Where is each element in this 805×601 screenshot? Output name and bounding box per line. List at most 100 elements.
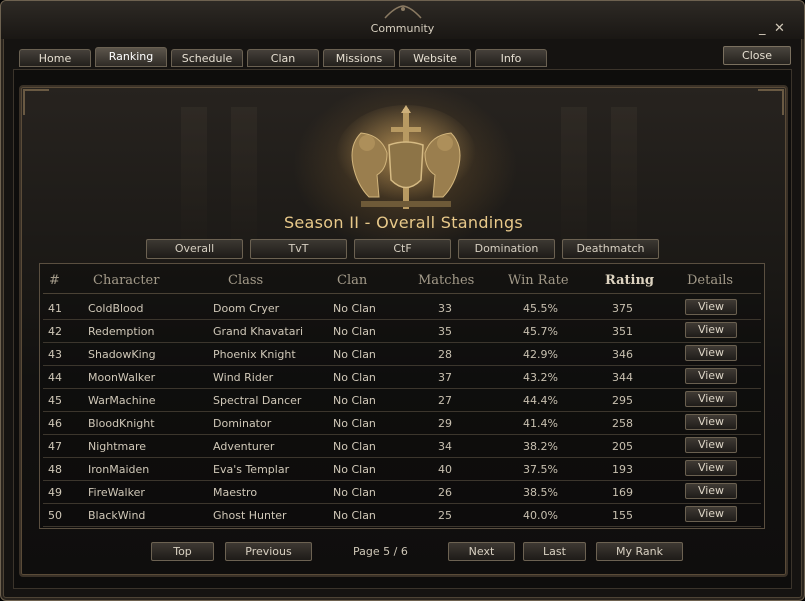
class-cell: Ghost Hunter [213,509,287,522]
class-cell: Doom Cryer [213,302,280,315]
table-row: 46 BloodKnight Dominator No Clan 29 41.4% 258 V… [43,411,761,435]
rank-cell: 49 [48,486,62,499]
view-details-button[interactable]: View [685,506,737,522]
filter-overall-button[interactable]: Overall [146,239,243,259]
class-cell: Phoenix Knight [213,348,296,361]
win-rate-cell: 43.2% [523,371,558,384]
class-cell: Wind Rider [213,371,274,384]
win-rate-cell: 42.9% [523,348,558,361]
matches-cell: 29 [438,417,452,430]
filter-ctf-button[interactable]: CtF [354,239,451,259]
window-title: Community [370,22,435,35]
community-window: Community _ ✕ Home Ranking Schedule Clan… [0,0,805,601]
class-cell: Grand Khavatari [213,325,304,338]
view-details-button[interactable]: View [685,460,737,476]
background-pillar [611,107,637,257]
view-details-button[interactable]: View [685,437,737,453]
rank-cell: 43 [48,348,62,361]
table-row: 41 ColdBlood Doom Cryer No Clan 33 45.5% 375 Vi… [43,296,761,320]
rank-cell: 50 [48,509,62,522]
character-cell: IronMaiden [88,463,150,476]
win-rate-cell: 44.4% [523,394,558,407]
tab-schedule[interactable]: Schedule [171,49,243,67]
table-row: 50 BlackWind Ghost Hunter No Clan 25 40.0% 155… [43,503,761,527]
column-header-rank: # [49,273,60,288]
close-window-icon[interactable]: ✕ [774,22,785,35]
matches-cell: 33 [438,302,452,315]
tab-missions[interactable]: Missions [323,49,395,67]
clan-cell: No Clan [333,463,376,476]
tab-info[interactable]: Info [475,49,547,67]
view-details-button[interactable]: View [685,368,737,384]
table-row: 45 WarMachine Spectral Dancer No Clan 27 44.4… [43,388,761,412]
character-cell: ColdBlood [88,302,144,315]
view-details-button[interactable]: View [685,483,737,499]
character-cell: ShadowKing [88,348,156,361]
filter-tvt-button[interactable]: TvT [250,239,347,259]
view-details-button[interactable]: View [685,391,737,407]
rating-cell: 351 [612,325,633,338]
rating-cell: 169 [612,486,633,499]
header-divider [43,293,761,294]
last-button[interactable]: Last [523,542,586,561]
filter-domination-button[interactable]: Domination [458,239,555,259]
column-header-character: Character [93,273,160,288]
rank-cell: 48 [48,463,62,476]
title-bar[interactable]: Community _ ✕ [1,1,804,39]
matches-cell: 40 [438,463,452,476]
class-cell: Adventurer [213,440,275,453]
matches-cell: 37 [438,371,452,384]
background-pillar [231,107,257,257]
matches-cell: 35 [438,325,452,338]
tab-clan[interactable]: Clan [247,49,319,67]
rank-cell: 47 [48,440,62,453]
clan-cell: No Clan [333,486,376,499]
next-button[interactable]: Next [448,542,515,561]
win-rate-cell: 45.7% [523,325,558,338]
previous-button[interactable]: Previous [225,542,312,561]
tab-ranking[interactable]: Ranking [95,47,167,67]
clan-cell: No Clan [333,371,376,384]
clan-cell: No Clan [333,394,376,407]
table-row: 49 FireWalker Maestro No Clan 26 38.5% 169 View [43,480,761,504]
tab-website[interactable]: Website [399,49,471,67]
table-row: 47 Nightmare Adventurer No Clan 34 38.2% 205 Vi… [43,434,761,458]
rating-cell: 193 [612,463,633,476]
rank-cell: 41 [48,302,62,315]
class-cell: Spectral Dancer [213,394,302,407]
top-button[interactable]: Top [151,542,214,561]
rating-cell: 344 [612,371,633,384]
character-cell: WarMachine [88,394,156,407]
page-indicator: Page 5 / 6 [353,545,408,558]
clan-cell: No Clan [333,417,376,430]
character-cell: FireWalker [88,486,145,499]
my-rank-button[interactable]: My Rank [596,542,683,561]
column-header-win-rate: Win Rate [508,273,569,288]
rating-cell: 258 [612,417,633,430]
rating-cell: 205 [612,440,633,453]
view-details-button[interactable]: View [685,345,737,361]
matches-cell: 28 [438,348,452,361]
rank-cell: 45 [48,394,62,407]
tab-home[interactable]: Home [19,49,91,67]
win-rate-cell: 37.5% [523,463,558,476]
view-details-button[interactable]: View [685,299,737,315]
title-ornament-icon [384,5,422,19]
close-button[interactable]: Close [723,46,791,65]
class-cell: Eva's Templar [213,463,290,476]
character-cell: Nightmare [88,440,147,453]
corner-ornament [23,89,49,115]
season-title: Season II - Overall Standings [283,213,524,232]
corner-ornament [758,89,784,115]
class-cell: Dominator [213,417,272,430]
filter-deathmatch-button[interactable]: Deathmatch [562,239,659,259]
character-cell: MoonWalker [88,371,156,384]
character-cell: BlackWind [88,509,146,522]
table-row: 48 IronMaiden Eva's Templar No Clan 40 37.5% 1… [43,457,761,481]
view-details-button[interactable]: View [685,322,737,338]
rank-cell: 46 [48,417,62,430]
clan-cell: No Clan [333,348,376,361]
column-header-matches: Matches [418,273,475,288]
minimize-icon[interactable]: _ [759,22,766,35]
view-details-button[interactable]: View [685,414,737,430]
